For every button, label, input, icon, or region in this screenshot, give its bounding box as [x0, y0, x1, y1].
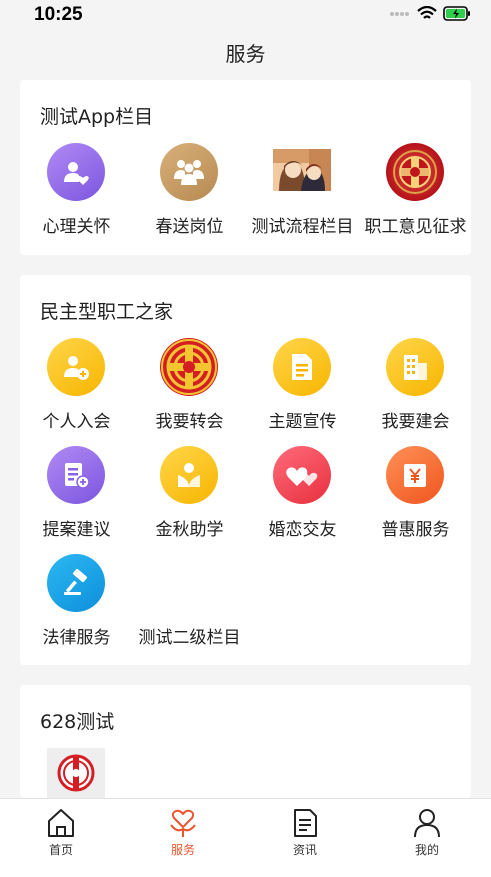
union-emblem-icon — [57, 754, 95, 792]
grid-item-test-flow[interactable]: 测试流程栏目 — [246, 143, 359, 243]
theme-promo-icon — [273, 338, 331, 396]
proposal-icon — [47, 446, 105, 504]
grid-item-scholarship[interactable]: 金秋助学 — [133, 446, 246, 546]
grid-item-label: 我要转会 — [155, 412, 224, 432]
tab-bar: 首页 服务 资讯 我的 — [0, 798, 491, 877]
grid-item-label: 测试流程栏目 — [251, 217, 354, 237]
scholarship-icon — [160, 446, 218, 504]
section-628-test: 628测试 — [20, 685, 471, 798]
psych-care-icon — [47, 143, 105, 201]
grid-item-proposal[interactable]: 提案建议 — [20, 446, 133, 546]
wifi-icon — [417, 6, 437, 19]
grid-item-label: 法律服务 — [42, 628, 111, 648]
section-title: 民主型职工之家 — [40, 301, 174, 323]
spring-jobs-icon — [160, 143, 218, 201]
tab-label: 我的 — [414, 843, 439, 857]
battery-icon — [443, 6, 470, 21]
tab-mine[interactable]: 我的 — [366, 799, 488, 877]
status-indicators — [389, 6, 471, 21]
hearts-icon — [273, 446, 331, 504]
grid-item-dating[interactable]: 婚恋交友 — [246, 446, 359, 546]
grid-item-secondary[interactable]: 测试二级栏目 — [133, 554, 246, 654]
building-icon — [386, 338, 444, 396]
tab-service[interactable]: 服务 — [122, 799, 244, 877]
tab-news[interactable]: 资讯 — [244, 799, 366, 877]
grid-item-benefits[interactable]: 普惠服务 — [359, 446, 472, 546]
grid-item-label: 主题宣传 — [268, 412, 337, 432]
page-title: 服务 — [225, 42, 266, 66]
grid-item-label: 我要建会 — [381, 412, 450, 432]
grid-item-psych-care[interactable]: 心理关怀 — [20, 143, 133, 243]
grid-item-label: 春送岗位 — [155, 217, 224, 237]
tab-label: 服务 — [170, 843, 195, 857]
join-union-icon — [47, 338, 105, 396]
grid-item-spring-jobs[interactable]: 春送岗位 — [133, 143, 246, 243]
section-democratic-home: 民主型职工之家 个人入会 我要转会 主题宣传 我要建会 提案建议 金秋助学 婚恋… — [20, 275, 471, 665]
grid-item-label: 测试二级栏目 — [138, 628, 241, 648]
grid-item-theme[interactable]: 主题宣传 — [246, 338, 359, 438]
home-icon — [48, 809, 74, 837]
section-test-app: 测试App栏目 心理关怀 春送岗位 测试流程栏目 职工意见征求 — [20, 80, 471, 255]
grid-item-label: 心理关怀 — [42, 217, 111, 237]
union-emblem-icon — [386, 143, 444, 201]
grid-item-label: 个人入会 — [42, 412, 111, 432]
status-bar: 10:25 — [0, 0, 491, 30]
grid-item-label: 职工意见征求 — [364, 217, 467, 237]
grid-item-legal[interactable]: 法律服务 — [20, 554, 133, 654]
union-emblem-thumbnail[interactable] — [47, 748, 105, 798]
union-emblem-icon — [160, 338, 218, 396]
grid-item-opinion[interactable]: 职工意见征求 — [359, 143, 472, 243]
grid-item-transfer[interactable]: 我要转会 — [133, 338, 246, 438]
tab-label: 资讯 — [292, 843, 317, 857]
grid-item-label: 婚恋交友 — [268, 520, 337, 540]
grid-item-build[interactable]: 我要建会 — [359, 338, 472, 438]
grid-item-label: 金秋助学 — [155, 520, 224, 540]
user-icon — [414, 809, 440, 838]
yen-ticket-icon — [386, 446, 444, 504]
gavel-icon — [47, 554, 105, 612]
tab-label: 首页 — [48, 843, 73, 857]
grid-item-label: 提案建议 — [42, 520, 111, 540]
test-flow-thumbnail — [273, 149, 331, 191]
section-title: 测试App栏目 — [40, 106, 154, 128]
grid-item-join[interactable]: 个人入会 — [20, 338, 133, 438]
grid-item-label: 普惠服务 — [381, 520, 450, 540]
section-title: 628测试 — [40, 711, 115, 733]
tab-home[interactable]: 首页 — [0, 799, 122, 877]
heart-hands-icon — [170, 809, 196, 837]
signal-icon — [390, 11, 409, 16]
document-icon — [294, 809, 317, 837]
status-time: 10:25 — [34, 4, 83, 25]
